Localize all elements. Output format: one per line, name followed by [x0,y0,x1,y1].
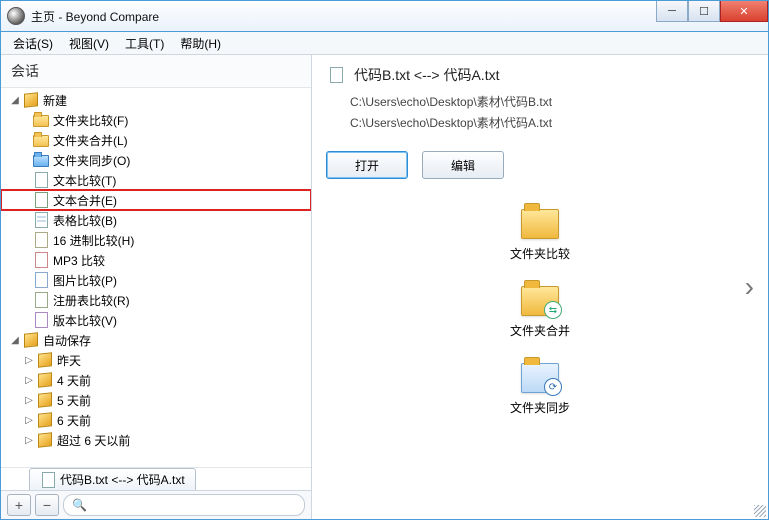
open-button[interactable]: 打开 [326,151,408,179]
edit-button[interactable]: 编辑 [422,151,504,179]
window-title: 主页 - Beyond Compare [31,8,159,25]
table-compare-icon [33,212,49,228]
session-title: 代码B.txt <--> 代码A.txt [326,65,754,85]
search-icon: 🔍 [72,498,87,512]
folder-compare-icon [33,112,49,128]
cube-icon [37,392,53,408]
tree-item-autosave[interactable]: ▷昨天 [1,350,311,370]
collapse-icon[interactable]: ◢ [9,95,21,106]
tab-label: 代码B.txt <--> 代码A.txt [60,471,185,488]
group-label: 新建 [43,92,71,109]
image-compare-icon [33,272,49,288]
text-compare-icon [328,67,344,83]
folder-sync-icon [33,152,49,168]
session-tabs: 代码B.txt <--> 代码A.txt [1,467,311,490]
add-button[interactable]: + [7,494,31,516]
sidebar-heading: 会话 [1,55,311,88]
tree-item-hex-compare[interactable]: 16 进制比较(H) [1,230,311,250]
registry-compare-icon [33,292,49,308]
tree-group-autosave[interactable]: ◢ 自动保存 [1,330,311,350]
hex-compare-icon [33,232,49,248]
menu-tools[interactable]: 工具(T) [117,33,172,54]
minimize-button[interactable]: ─ [656,1,688,22]
tree-item-autosave[interactable]: ▷4 天前 [1,370,311,390]
expand-icon[interactable]: ▷ [23,435,35,446]
folder-sync-icon: ⟳ [521,363,559,393]
mp3-compare-icon [33,252,49,268]
cube-icon [23,332,39,348]
titlebar[interactable]: 主页 - Beyond Compare ─ ☐ ✕ [1,1,768,32]
tree-item-text-merge[interactable]: 文本合并(E) [1,190,311,210]
tree-item-autosave[interactable]: ▷6 天前 [1,410,311,430]
folder-merge-icon: ⇆ [521,286,559,316]
type-folder-merge[interactable]: ⇆ 文件夹合并 [510,286,570,339]
menu-view[interactable]: 视图(V) [61,33,117,54]
tree-item-autosave[interactable]: ▷超过 6 天以前 [1,430,311,450]
cube-icon [37,352,53,368]
text-compare-icon [40,472,56,488]
remove-button[interactable]: − [35,494,59,516]
main-panel: 代码B.txt <--> 代码A.txt C:\Users\echo\Deskt… [312,55,768,519]
resize-grip[interactable] [754,505,766,517]
tree-item-text-compare[interactable]: 文本比较(T) [1,170,311,190]
path-left: C:\Users\echo\Desktop\素材\代码B.txt [326,91,754,112]
folder-merge-icon [33,132,49,148]
cube-icon [23,92,39,108]
sidebar-toolbar: + − 🔍 [1,490,311,519]
tree-item-registry-compare[interactable]: 注册表比较(R) [1,290,311,310]
tree-item-image-compare[interactable]: 图片比较(P) [1,270,311,290]
group-label: 自动保存 [43,332,95,349]
type-folder-sync[interactable]: ⟳ 文件夹同步 [510,363,570,416]
version-compare-icon [33,312,49,328]
tree-item-version-compare[interactable]: 版本比较(V) [1,310,311,330]
tree-group-new[interactable]: ◢ 新建 [1,90,311,110]
menubar: 会话(S) 视图(V) 工具(T) 帮助(H) [1,32,768,55]
session-tab[interactable]: 代码B.txt <--> 代码A.txt [29,468,196,490]
sidebar: 会话 ◢ 新建 文件夹比较(F) 文件夹合并(L) 文件夹同步(O) 文本比较(… [1,55,312,519]
menu-help[interactable]: 帮助(H) [172,33,229,54]
close-button[interactable]: ✕ [720,1,768,22]
path-right: C:\Users\echo\Desktop\素材\代码A.txt [326,112,754,133]
tree-item-autosave[interactable]: ▷5 天前 [1,390,311,410]
expand-icon[interactable]: ▷ [23,375,35,386]
tree-item-mp3-compare[interactable]: MP3 比较 [1,250,311,270]
app-window: 主页 - Beyond Compare ─ ☐ ✕ 会话(S) 视图(V) 工具… [0,0,769,520]
collapse-icon[interactable]: ◢ [9,335,21,346]
type-folder-compare[interactable]: 文件夹比较 [510,209,570,262]
next-arrow-icon[interactable]: › [745,271,754,303]
text-compare-icon [33,172,49,188]
expand-icon[interactable]: ▷ [23,395,35,406]
session-tree[interactable]: ◢ 新建 文件夹比较(F) 文件夹合并(L) 文件夹同步(O) 文本比较(T) … [1,88,311,467]
cube-icon [37,372,53,388]
cube-icon [37,432,53,448]
text-merge-icon [33,192,49,208]
tree-item-table-compare[interactable]: 表格比较(B) [1,210,311,230]
tree-item-folder-sync[interactable]: 文件夹同步(O) [1,150,311,170]
cube-icon [37,412,53,428]
menu-session[interactable]: 会话(S) [5,33,61,54]
maximize-button[interactable]: ☐ [688,1,720,22]
session-type-grid: 文件夹比较 ⇆ 文件夹合并 ⟳ 文件夹同步 [312,189,768,426]
search-input[interactable]: 🔍 [63,494,305,516]
tree-item-folder-compare[interactable]: 文件夹比较(F) [1,110,311,130]
folder-compare-icon [521,209,559,239]
expand-icon[interactable]: ▷ [23,355,35,366]
tree-item-folder-merge[interactable]: 文件夹合并(L) [1,130,311,150]
app-icon [7,7,25,25]
expand-icon[interactable]: ▷ [23,415,35,426]
